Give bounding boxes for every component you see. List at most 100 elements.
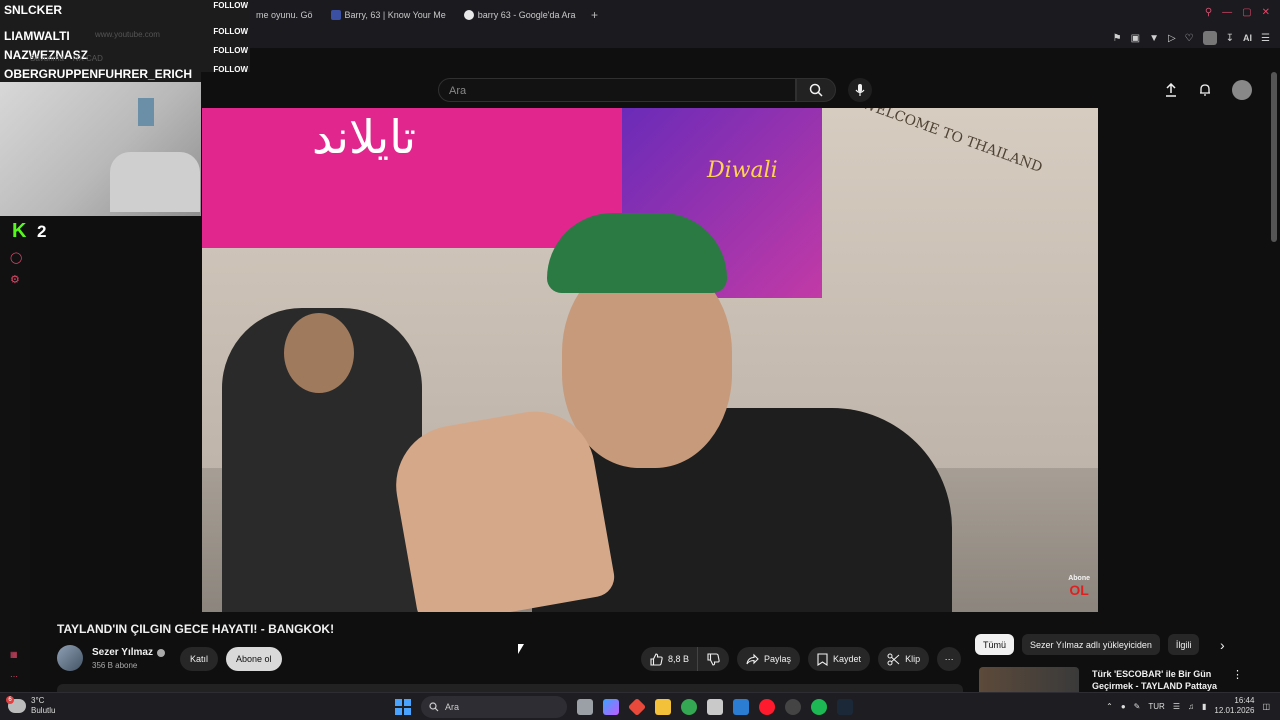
bookmark-save-icon xyxy=(817,652,828,666)
chevron-up-icon[interactable]: ⌃ xyxy=(1106,702,1113,711)
address-bar-url: www.youtube.com xyxy=(95,30,160,39)
share-label: Paylaş xyxy=(764,654,792,664)
upload-icon[interactable] xyxy=(1164,83,1178,97)
more-horizontal-icon: ⋯ xyxy=(944,653,954,664)
profile-icon[interactable] xyxy=(1202,31,1217,45)
chrome-icon[interactable] xyxy=(681,699,697,715)
more-vertical-icon[interactable]: ⋮ xyxy=(1232,668,1243,681)
cloud-icon: 6 xyxy=(6,696,26,713)
voice-search-button[interactable] xyxy=(848,78,872,102)
follower-name: SNLCKER xyxy=(4,3,63,17)
weather-condition: Bulutlu xyxy=(31,706,56,715)
notifications-bell-icon[interactable] xyxy=(1198,83,1212,97)
channel-avatar[interactable] xyxy=(57,645,83,671)
weather-widget[interactable]: 6 3°C Bulutlu xyxy=(6,696,56,716)
channel-name[interactable]: Sezer Yılmaz xyxy=(92,647,165,658)
player-icon[interactable]: ▷ xyxy=(1168,33,1176,44)
watermark-small: Abone xyxy=(1068,575,1090,582)
extension-icon[interactable]: ▦ xyxy=(10,650,22,662)
task-view-icon[interactable] xyxy=(577,699,593,715)
browser-toolbar: ⚑ ▣ ▼ ▷ ♡ ↧ AI ☰ xyxy=(250,26,1280,48)
screen: me oyunu. Gö Barry, 63 | Know Your Me ba… xyxy=(0,0,1280,720)
microphone-tray-icon[interactable]: ● xyxy=(1121,702,1126,711)
app-diamond-icon[interactable] xyxy=(627,697,647,717)
clip-button[interactable]: Klip xyxy=(878,647,930,671)
volume-icon[interactable]: ♫ xyxy=(1188,702,1194,711)
subscribe-button[interactable]: Abone ol xyxy=(226,647,282,671)
taskbar-search-placeholder: Ara xyxy=(445,702,460,712)
steam-icon[interactable] xyxy=(837,699,853,715)
search-input[interactable] xyxy=(449,83,779,99)
video-overlay-text: تايلاند xyxy=(312,110,417,164)
search-tabs-icon[interactable]: ⚲ xyxy=(1205,7,1212,18)
clip-label: Klip xyxy=(905,654,921,664)
thumbs-up-icon xyxy=(650,652,663,666)
follow-label: FOLLOW xyxy=(213,46,248,55)
network-icon[interactable]: ☰ xyxy=(1173,702,1180,711)
window-controls: ⚲ — ▢ ✕ xyxy=(1205,7,1270,18)
store-icon[interactable] xyxy=(707,699,723,715)
chip-related[interactable]: İlgili xyxy=(1167,634,1200,655)
file-explorer-icon[interactable] xyxy=(655,699,671,715)
subscriber-count: 356 B abone xyxy=(92,661,138,670)
snapshot-icon[interactable]: ▣ xyxy=(1131,33,1140,44)
maximize-icon[interactable]: ▢ xyxy=(1242,7,1251,18)
download-icon[interactable]: ↧ xyxy=(1226,33,1234,44)
battery-icon[interactable]: ▮ xyxy=(1202,702,1206,711)
heart-icon[interactable]: ♡ xyxy=(1185,33,1194,44)
language-indicator[interactable]: TUR xyxy=(1148,702,1164,711)
tab-game[interactable]: me oyunu. Gö xyxy=(250,5,319,25)
dislike-button[interactable] xyxy=(698,647,730,671)
mail-icon[interactable] xyxy=(733,699,749,715)
ai-button[interactable]: AI xyxy=(1243,33,1252,43)
taskbar-search[interactable]: Ara xyxy=(421,696,567,718)
search-box xyxy=(438,78,796,102)
share-button[interactable]: Paylaş xyxy=(737,647,801,671)
recommendation-thumbnail[interactable] xyxy=(979,667,1079,692)
menu-icon[interactable]: ☰ xyxy=(1261,33,1270,44)
description-box[interactable] xyxy=(57,684,963,692)
follow-label: FOLLOW xyxy=(213,1,248,10)
subscribe-watermark[interactable]: Abone OL xyxy=(1068,575,1090,598)
clock[interactable]: 16:44 12.01.2026 xyxy=(1214,696,1254,716)
chip-from-uploader[interactable]: Sezer Yılmaz adlı yükleyiciden xyxy=(1022,634,1160,655)
system-tray: ⌃ ● ✎ TUR ☰ ♫ ▮ 16:44 12.01.2026 ◫ xyxy=(1106,696,1270,716)
tag-icon[interactable]: ◯ xyxy=(10,251,22,264)
bookmark-label: Savunma xyxy=(30,54,64,63)
shield-icon[interactable]: ▼ xyxy=(1149,33,1159,44)
tab-knowyourmeme[interactable]: Barry, 63 | Know Your Me xyxy=(325,5,452,25)
like-button[interactable]: 8,8 B xyxy=(641,647,699,671)
search-icon xyxy=(429,702,439,712)
webcam-chair xyxy=(110,152,200,212)
recommendation-title[interactable]: Türk 'ESCOBAR' ile Bir Gün Geçirmek - TA… xyxy=(1092,668,1222,692)
app-circle-icon[interactable] xyxy=(785,699,801,715)
chevron-right-icon[interactable]: › xyxy=(1220,637,1225,653)
bookmark-icon[interactable]: ⚑ xyxy=(1113,33,1122,44)
page-scrollbar[interactable] xyxy=(1271,72,1277,242)
recommendation-chips: Tümü Sezer Yılmaz adlı yükleyiciden İlgi… xyxy=(975,634,1200,655)
more-icon[interactable]: ⋯ xyxy=(10,672,22,684)
account-avatar[interactable] xyxy=(1232,80,1252,100)
save-label: Kaydet xyxy=(833,654,862,664)
minimize-icon[interactable]: — xyxy=(1222,7,1232,18)
video-player[interactable]: تايلاند Diwali WELCOME TO THAILAND Abone… xyxy=(202,108,1098,612)
left-sidebar xyxy=(0,216,30,692)
save-button[interactable]: Kaydet xyxy=(808,647,871,671)
copilot-icon[interactable] xyxy=(603,699,619,715)
date: 12.01.2026 xyxy=(1214,706,1255,715)
verified-badge-icon xyxy=(156,648,165,657)
notifications-icon[interactable]: ◫ xyxy=(1262,702,1270,711)
search-button[interactable] xyxy=(796,78,836,102)
close-icon[interactable]: ✕ xyxy=(1262,7,1270,18)
settings-icon[interactable]: ⚙ xyxy=(10,273,22,286)
more-actions-button[interactable]: ⋯ xyxy=(937,647,962,671)
tab-google-search[interactable]: barry 63 - Google'da Ara xyxy=(458,5,582,25)
new-tab-button[interactable]: + xyxy=(588,8,602,22)
pen-icon[interactable]: ✎ xyxy=(1134,702,1141,711)
chip-all[interactable]: Tümü xyxy=(975,634,1015,655)
spotify-icon[interactable] xyxy=(811,699,827,715)
join-button[interactable]: Katıl xyxy=(180,647,219,671)
opera-icon[interactable] xyxy=(759,699,775,715)
windows-start-icon[interactable] xyxy=(395,699,411,715)
webcam-poster xyxy=(138,98,154,126)
